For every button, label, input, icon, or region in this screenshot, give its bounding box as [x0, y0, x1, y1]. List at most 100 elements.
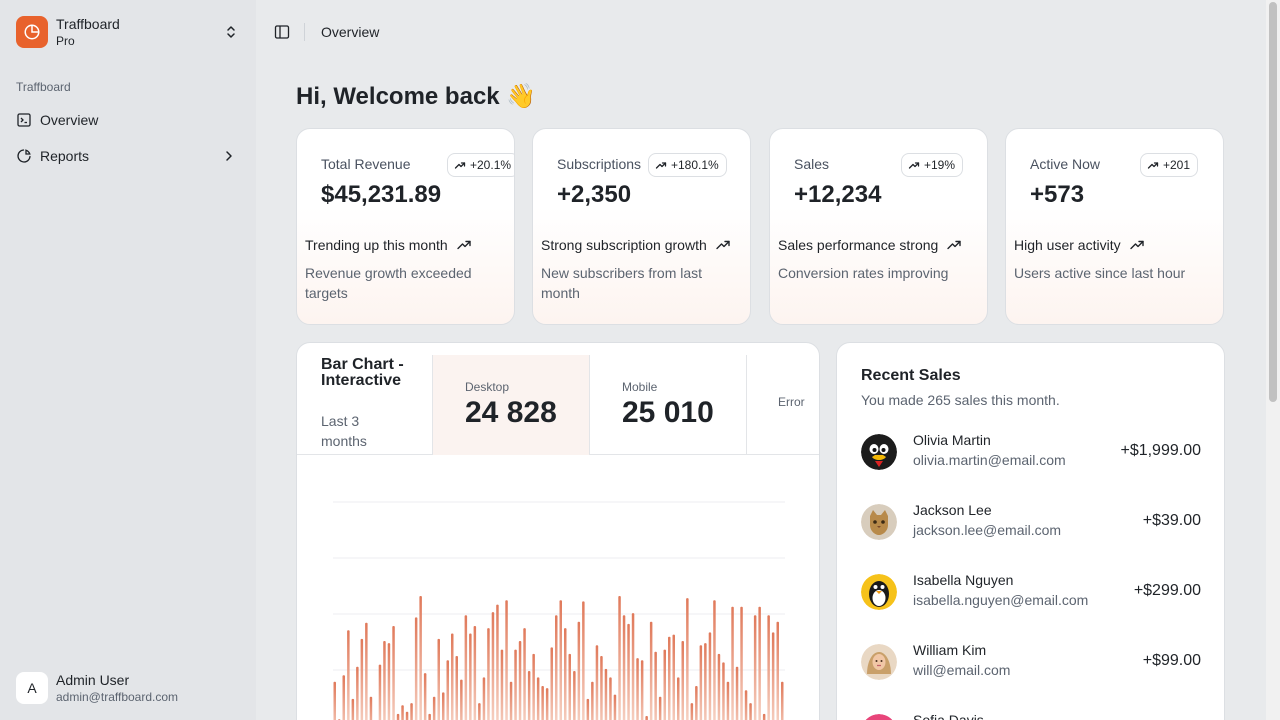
- chart-bar[interactable]: [631, 613, 635, 720]
- chart-bar[interactable]: [410, 703, 413, 720]
- chart-bar[interactable]: [383, 641, 386, 720]
- chart-bar[interactable]: [586, 698, 590, 720]
- chart-bar[interactable]: [555, 615, 558, 720]
- chart-bar[interactable]: [482, 677, 486, 720]
- chart-bar[interactable]: [419, 596, 422, 720]
- chart-bar[interactable]: [550, 647, 554, 720]
- chart-bar[interactable]: [360, 638, 364, 720]
- chart-bar[interactable]: [365, 622, 368, 720]
- chart-bar[interactable]: [686, 598, 689, 720]
- chart-bar[interactable]: [432, 696, 436, 720]
- list-item[interactable]: William Kim will@email.com +$99.00: [861, 642, 1201, 682]
- chart-bar[interactable]: [473, 626, 477, 720]
- chart-bar[interactable]: [582, 601, 585, 720]
- chart-bar[interactable]: [428, 713, 431, 720]
- chart-bar[interactable]: [726, 681, 730, 720]
- chart-bar[interactable]: [500, 649, 504, 720]
- chart-bar[interactable]: [351, 698, 355, 720]
- chart-bar[interactable]: [446, 660, 450, 720]
- chart-bar[interactable]: [545, 688, 549, 720]
- chart-bar[interactable]: [600, 656, 603, 720]
- chart-bar[interactable]: [401, 705, 404, 720]
- chart-bar[interactable]: [781, 681, 784, 720]
- chart-bar[interactable]: [618, 596, 621, 720]
- chart-bar[interactable]: [695, 686, 698, 720]
- chart-bar[interactable]: [609, 677, 612, 720]
- chart-bar[interactable]: [347, 630, 350, 720]
- chart-bar[interactable]: [645, 716, 648, 720]
- chart-bar[interactable]: [713, 600, 716, 720]
- chart-bar[interactable]: [451, 633, 454, 720]
- chart-bar[interactable]: [771, 632, 775, 720]
- chart-bar[interactable]: [564, 628, 567, 720]
- chart-bar[interactable]: [356, 666, 359, 720]
- chart-bar[interactable]: [414, 617, 418, 720]
- chart-bar[interactable]: [708, 632, 712, 720]
- tab-desktop[interactable]: Desktop 24 828: [432, 355, 589, 455]
- chart-bar[interactable]: [536, 677, 540, 720]
- chart-bar[interactable]: [753, 615, 757, 720]
- chart-bar[interactable]: [668, 636, 671, 720]
- chart-bar[interactable]: [478, 703, 481, 720]
- chart-bar[interactable]: [523, 628, 526, 720]
- chart-bar[interactable]: [595, 645, 599, 720]
- chart-bar[interactable]: [636, 658, 639, 720]
- chart-bar[interactable]: [672, 634, 676, 720]
- chart-bar[interactable]: [514, 649, 517, 720]
- chart-bar[interactable]: [604, 668, 608, 720]
- chart-bar[interactable]: [681, 641, 685, 720]
- list-item[interactable]: Olivia Martin olivia.martin@email.com +$…: [861, 432, 1201, 472]
- chart-bar[interactable]: [442, 692, 445, 720]
- sidebar-toggle-icon[interactable]: [272, 22, 292, 42]
- workspace-switcher[interactable]: Traffboard Pro: [8, 8, 248, 56]
- chart-bar[interactable]: [437, 638, 441, 720]
- chart-bar[interactable]: [690, 703, 694, 720]
- chart-bar[interactable]: [532, 653, 535, 720]
- chart-bar[interactable]: [654, 651, 657, 720]
- chart-bar[interactable]: [387, 643, 391, 720]
- chart-bar[interactable]: [649, 621, 653, 720]
- chart-bar[interactable]: [423, 673, 427, 720]
- chart-bar[interactable]: [613, 694, 617, 720]
- tab-mobile[interactable]: Mobile 25 010: [589, 355, 746, 455]
- chart-bar[interactable]: [378, 664, 382, 720]
- chart-bar[interactable]: [735, 666, 739, 720]
- chart-bar[interactable]: [591, 681, 594, 720]
- chart-bar[interactable]: [396, 713, 400, 720]
- chart-bar[interactable]: [455, 656, 459, 720]
- chart-bar[interactable]: [717, 653, 721, 720]
- chart-bar[interactable]: [518, 641, 522, 720]
- chart-bar[interactable]: [640, 660, 644, 720]
- chart-bar[interactable]: [541, 686, 544, 720]
- chart-bar[interactable]: [342, 675, 346, 720]
- list-item[interactable]: Isabella Nguyen isabella.nguyen@email.co…: [861, 572, 1201, 612]
- list-item[interactable]: Jackson Lee jackson.lee@email.com +$39.0…: [861, 502, 1201, 542]
- chart-bar[interactable]: [767, 615, 770, 720]
- chart-bar[interactable]: [469, 633, 472, 720]
- chart-bar[interactable]: [505, 600, 508, 720]
- chart-bar[interactable]: [776, 621, 780, 720]
- chart-bar[interactable]: [464, 615, 468, 720]
- chart-bar[interactable]: [658, 696, 662, 720]
- chart-bar[interactable]: [392, 626, 395, 720]
- chart-bar[interactable]: [627, 623, 630, 720]
- chart-bar[interactable]: [622, 615, 626, 720]
- tab-error[interactable]: Error: [746, 355, 819, 455]
- chart-bar[interactable]: [758, 606, 761, 720]
- user-menu[interactable]: A Admin User admin@traffboard.com: [8, 664, 248, 712]
- chart-bar[interactable]: [460, 679, 463, 720]
- chart-bar[interactable]: [722, 662, 725, 720]
- chart-bar[interactable]: [333, 681, 337, 720]
- sidebar-item-overview[interactable]: Overview: [8, 104, 248, 136]
- chart-bar[interactable]: [405, 711, 409, 720]
- chart-bar[interactable]: [731, 606, 734, 720]
- chart-bar[interactable]: [527, 671, 531, 720]
- sidebar-item-reports[interactable]: Reports: [8, 140, 248, 172]
- scrollbar[interactable]: [1266, 0, 1280, 720]
- list-item[interactable]: Sofia Davis: [861, 712, 1201, 720]
- chart-bar[interactable]: [577, 621, 581, 720]
- chart-bar[interactable]: [559, 600, 563, 720]
- chart-bar[interactable]: [568, 653, 572, 720]
- chart-bar[interactable]: [491, 612, 495, 720]
- chart-bar[interactable]: [699, 645, 703, 720]
